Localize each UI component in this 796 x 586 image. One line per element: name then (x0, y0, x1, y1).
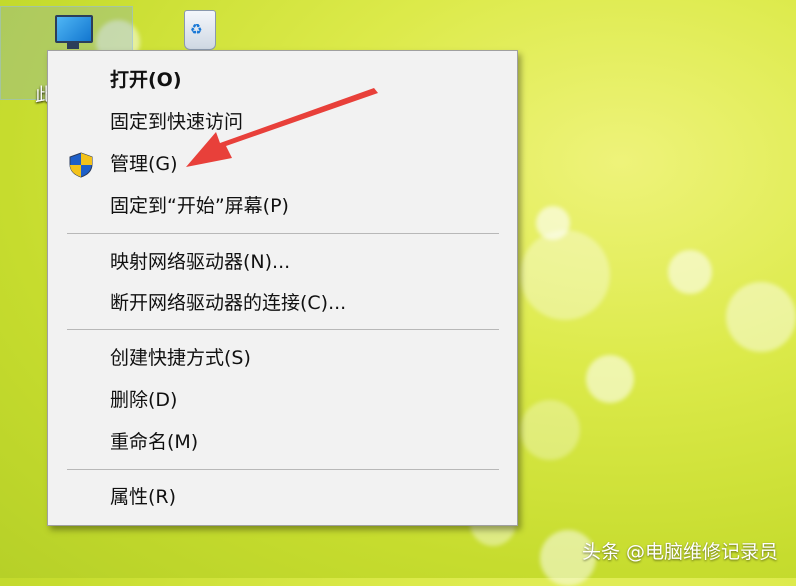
uac-shield-icon (69, 152, 93, 178)
bokeh-light (536, 206, 570, 240)
menu-separator (67, 469, 499, 470)
menu-item-manage[interactable]: 管理(G) (48, 146, 517, 182)
bokeh-light (586, 355, 634, 403)
menu-item-open[interactable]: 打开(O) (48, 62, 517, 98)
bokeh-light (520, 400, 580, 460)
menu-item-disconnect-network-drive[interactable]: 断开网络驱动器的连接(C)... (48, 285, 517, 321)
menu-item-map-network-drive[interactable]: 映射网络驱动器(N)... (48, 244, 517, 280)
monitor-icon (55, 15, 93, 43)
bokeh-light (520, 230, 610, 320)
menu-item-delete[interactable]: 删除(D) (48, 382, 517, 418)
menu-item-pin-start[interactable]: 固定到“开始”屏幕(P) (48, 188, 517, 224)
watermark: 头条 @电脑维修记录员 (581, 541, 778, 563)
menu-item-pin-quick-access[interactable]: 固定到快速访问 (48, 104, 517, 140)
context-menu: 打开(O) 固定到快速访问 管理(G) 固定到“开始”屏幕(P) 映射网络驱动器… (47, 50, 518, 526)
recycle-bin-desktop-icon[interactable]: ♻ (178, 6, 222, 50)
menu-item-rename[interactable]: 重命名(M) (48, 424, 517, 460)
menu-separator (67, 329, 499, 330)
bokeh-light (668, 250, 712, 294)
menu-separator (67, 233, 499, 234)
bokeh-light (726, 282, 796, 352)
menu-item-create-shortcut[interactable]: 创建快捷方式(S) (48, 340, 517, 376)
menu-item-properties[interactable]: 属性(R) (48, 479, 517, 515)
